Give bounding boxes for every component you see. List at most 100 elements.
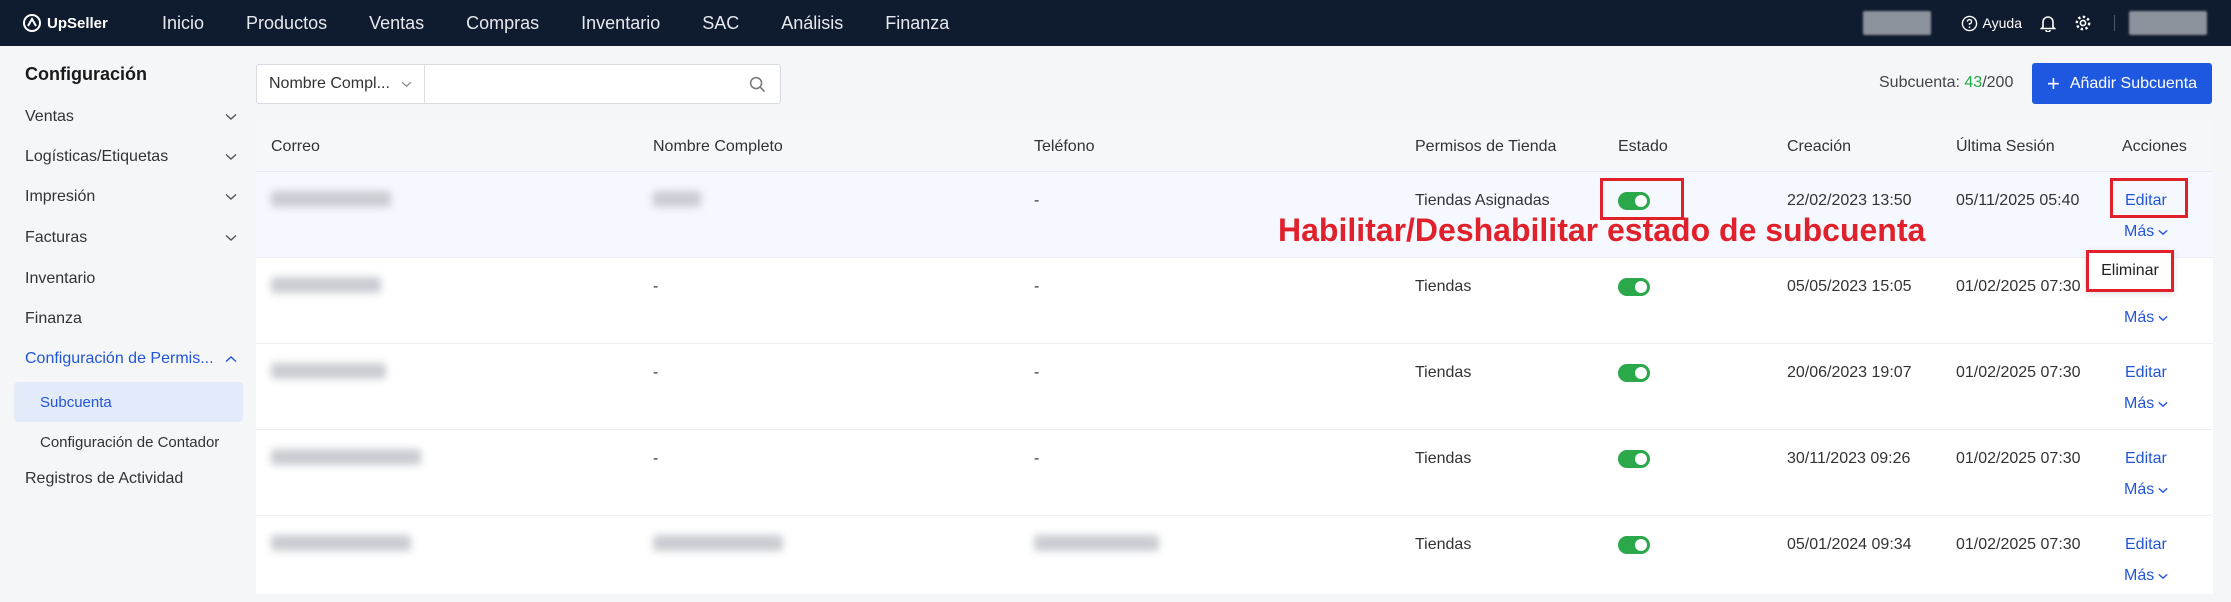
subaccount-table: Correo Nombre Completo Teléfono Permisos…: [256, 120, 2213, 594]
search-input[interactable]: [425, 66, 749, 102]
chevron-down-icon: [2158, 487, 2168, 493]
settings-button[interactable]: [2074, 14, 2092, 32]
plus-icon: +: [2046, 70, 2060, 96]
help-link[interactable]: Ayuda: [1961, 15, 2022, 32]
phone-cell: -: [1034, 278, 1040, 295]
phone-redacted: [1034, 535, 1159, 551]
status-toggle[interactable]: [1618, 450, 1650, 468]
sidebar-item-label: Ventas: [25, 108, 74, 125]
phone-cell: -: [1034, 364, 1040, 381]
nav-separator: [2114, 15, 2115, 31]
permissions-cell: Tiendas: [1415, 278, 1472, 295]
email-redacted: [271, 363, 386, 379]
table-row: - - Tiendas 05/05/2023 15:05 01/02/2025 …: [256, 258, 2213, 344]
delete-menu-item[interactable]: Eliminar: [2086, 250, 2174, 292]
last-login-cell: 05/11/2025 05:40: [1956, 192, 2080, 209]
sidebar-item-label: Registros de Actividad: [25, 470, 184, 487]
nav-item-inicio[interactable]: Inicio: [162, 13, 204, 34]
search-field-select-value: Nombre Compl...: [269, 75, 390, 92]
more-dropdown[interactable]: Más: [2124, 223, 2168, 241]
sidebar-item-label: Impresión: [25, 188, 96, 205]
email-redacted: [271, 277, 381, 293]
edit-link[interactable]: Editar: [2125, 450, 2167, 468]
sidebar-subitem-label: Subcuenta: [40, 393, 112, 411]
last-login-cell: 01/02/2025 07:30: [1956, 536, 2081, 553]
status-toggle[interactable]: [1618, 364, 1650, 382]
gear-icon: [2075, 15, 2091, 31]
sidebar-item-facturas[interactable]: Facturas: [25, 229, 237, 247]
more-label: Más: [2124, 223, 2155, 240]
sidebar-item-label: Facturas: [25, 229, 88, 246]
sidebar-item-impresion[interactable]: Impresión: [25, 188, 237, 206]
sidebar-subitem-contador[interactable]: Configuración de Contador: [14, 422, 243, 462]
edit-link[interactable]: Editar: [2125, 536, 2167, 554]
table-header: Correo Nombre Completo Teléfono Permisos…: [256, 120, 2213, 172]
nav-item-analisis[interactable]: Análisis: [781, 13, 843, 34]
sidebar-item-logisticas[interactable]: Logísticas/Etiquetas: [25, 148, 237, 166]
sidebar-item-finanza[interactable]: Finanza: [25, 310, 237, 328]
sidebar-item-label: Logísticas/Etiquetas: [25, 148, 169, 165]
search-icon[interactable]: [749, 76, 766, 93]
table-row: - - Tiendas 30/11/2023 09:26 01/02/2025 …: [256, 430, 2213, 516]
more-label: Más: [2124, 567, 2155, 584]
add-subaccount-label: Añadir Subcuenta: [2069, 74, 2198, 92]
nav-item-finanza[interactable]: Finanza: [885, 13, 949, 34]
col-correo: Correo: [271, 138, 320, 155]
table-row: Tiendas 05/01/2024 09:34 01/02/2025 07:3…: [256, 516, 2213, 602]
nav-item-productos[interactable]: Productos: [246, 13, 327, 34]
nav-right-tools: Ayuda: [1862, 0, 2231, 46]
col-creacion: Creación: [1787, 138, 1852, 155]
add-subaccount-button[interactable]: + Añadir Subcuenta: [2032, 63, 2212, 104]
chevron-down-icon: [2158, 229, 2168, 235]
more-dropdown[interactable]: Más: [2124, 481, 2168, 499]
nav-item-inventario[interactable]: Inventario: [581, 13, 660, 34]
sidebar-subitem-subcuenta[interactable]: Subcuenta: [14, 382, 243, 422]
user-menu[interactable]: [2129, 11, 2207, 35]
sidebar-item-label: Configuración de Permis...: [25, 350, 214, 367]
search-field-select[interactable]: Nombre Compl...: [257, 65, 425, 103]
chevron-down-icon: [225, 153, 237, 160]
sidebar-item-registros[interactable]: Registros de Actividad: [25, 470, 237, 488]
delete-label: Eliminar: [2101, 262, 2159, 279]
email-redacted: [271, 449, 421, 465]
status-toggle[interactable]: [1618, 536, 1650, 554]
sidebar-item-inventario[interactable]: Inventario: [25, 270, 237, 288]
last-login-cell: 01/02/2025 07:30: [1956, 450, 2081, 467]
chevron-down-icon: [401, 81, 412, 87]
sidebar-item-permisos[interactable]: Configuración de Permis...: [25, 350, 237, 368]
name-cell: -: [653, 450, 659, 467]
sidebar-item-label: Inventario: [25, 270, 96, 287]
col-telefono: Teléfono: [1034, 138, 1095, 155]
created-cell: 20/06/2023 19:07: [1787, 364, 1912, 381]
created-cell: 05/05/2023 15:05: [1787, 278, 1912, 295]
status-toggle[interactable]: [1618, 278, 1650, 296]
name-redacted: [653, 535, 783, 551]
store-selector[interactable]: [1862, 11, 1931, 35]
more-dropdown[interactable]: Más: [2124, 309, 2168, 327]
created-cell: 05/01/2024 09:34: [1787, 536, 1912, 553]
nav-item-ventas[interactable]: Ventas: [369, 13, 424, 34]
main-menu: Inicio Productos Ventas Compras Inventar…: [162, 13, 991, 34]
nav-item-sac[interactable]: SAC: [702, 13, 739, 34]
name-redacted: [653, 191, 701, 207]
sidebar-item-label: Finanza: [25, 310, 82, 327]
logo[interactable]: UpSeller: [22, 13, 142, 33]
nav-item-compras[interactable]: Compras: [466, 13, 539, 34]
edit-link[interactable]: Editar: [2125, 364, 2167, 382]
more-label: Más: [2124, 309, 2155, 326]
notifications-button[interactable]: [2040, 14, 2056, 32]
phone-cell: -: [1034, 192, 1040, 209]
top-nav: UpSeller Inicio Productos Ventas Compras…: [0, 0, 2231, 46]
chevron-down-icon: [2158, 573, 2168, 579]
more-dropdown[interactable]: Más: [2124, 395, 2168, 413]
sidebar-item-ventas[interactable]: Ventas: [25, 108, 237, 126]
created-cell: 30/11/2023 09:26: [1787, 450, 1911, 467]
table-row: - - Tiendas 20/06/2023 19:07 01/02/2025 …: [256, 344, 2213, 430]
permissions-cell: Tiendas Asignadas: [1415, 192, 1550, 209]
sidebar-subitem-label: Configuración de Contador: [40, 433, 220, 451]
sidebar-title: Configuración: [25, 64, 147, 84]
more-dropdown[interactable]: Más: [2124, 567, 2168, 585]
more-label: Más: [2124, 395, 2155, 412]
name-cell: -: [653, 278, 659, 295]
chevron-down-icon: [2158, 401, 2168, 407]
